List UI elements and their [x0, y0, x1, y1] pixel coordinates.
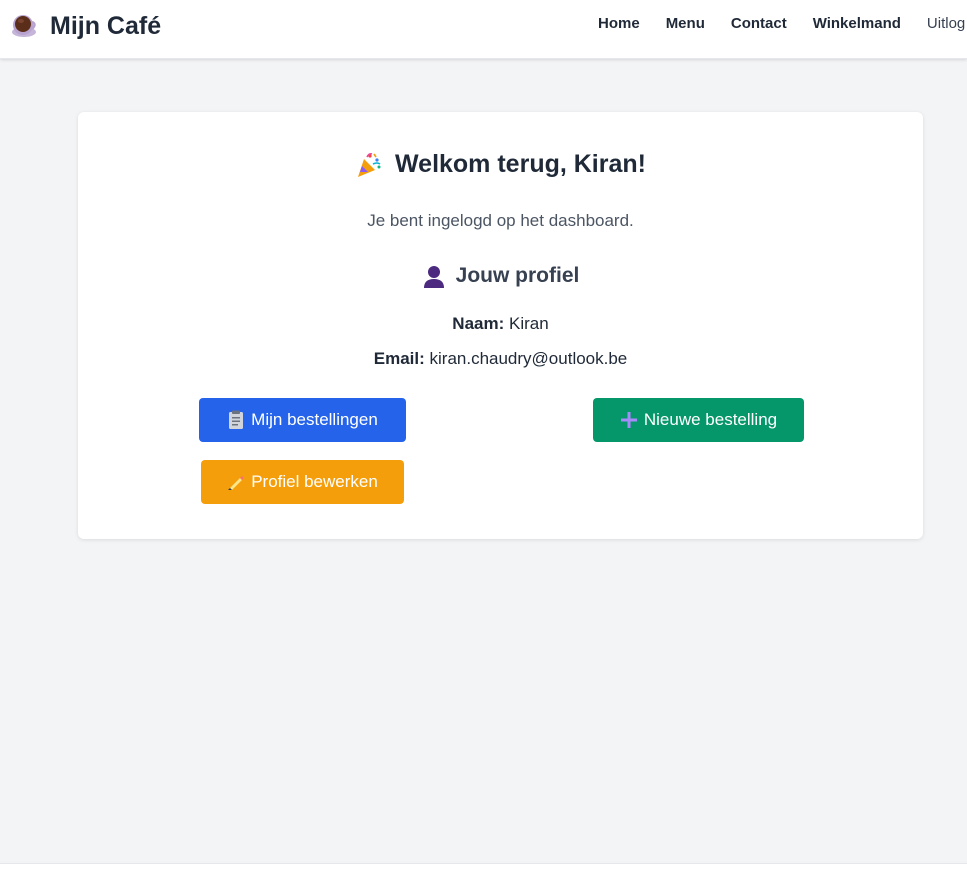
my-orders-button[interactable]: Mijn bestellingen [199, 398, 406, 442]
party-popper-icon [355, 151, 383, 179]
edit-profile-label: Profiel bewerken [251, 472, 378, 491]
user-silhouette-icon [422, 264, 446, 288]
plus-icon [620, 411, 638, 429]
name-label: Naam: [452, 314, 505, 333]
coffee-cup-icon [10, 12, 38, 40]
new-order-button[interactable]: Nieuwe bestelling [593, 398, 804, 442]
new-order-label: Nieuwe bestelling [643, 410, 778, 429]
nav-link-contact[interactable]: Contact [731, 15, 787, 35]
profile-title-text: Jouw profiel [455, 264, 580, 287]
welcome-heading: Welkom terug, Kiran! [78, 150, 923, 179]
profile-heading: Jouw profiel [78, 264, 923, 288]
pencil-icon [227, 473, 245, 491]
my-orders-label: Mijn bestellingen [251, 410, 378, 429]
nav-link-menu[interactable]: Menu [666, 15, 705, 35]
nav-links: Home Menu Contact Winkelmand Uitlog [598, 15, 965, 35]
top-navbar: Mijn Café Home Menu Contact Winkelmand U… [0, 0, 967, 59]
email-label: Email: [373, 349, 425, 368]
nav-link-uitloggen[interactable]: Uitlog [927, 15, 965, 35]
footer-strip [0, 863, 967, 877]
clipboard-icon [227, 410, 245, 430]
nav-link-home[interactable]: Home [598, 15, 640, 35]
dashboard-card: Welkom terug, Kiran! Je bent ingelogd op… [78, 112, 923, 539]
dashboard-subtitle: Je bent ingelogd op het dashboard. [367, 211, 634, 230]
welcome-text: Welkom terug, Kiran! [395, 150, 646, 178]
profile-name-row: Naam: Kiran [78, 314, 923, 334]
brand-name: Mijn Café [50, 11, 162, 40]
brand[interactable]: Mijn Café [10, 10, 161, 42]
edit-profile-button[interactable]: Profiel bewerken [201, 460, 404, 504]
profile-email-row: Email: kiran.chaudry@outlook.be [78, 349, 923, 369]
name-value: Kiran [509, 314, 549, 333]
page-background: Welkom terug, Kiran! Je bent ingelogd op… [0, 59, 967, 863]
email-value: kiran.chaudry@outlook.be [429, 349, 628, 368]
nav-link-winkelmand[interactable]: Winkelmand [813, 15, 901, 35]
